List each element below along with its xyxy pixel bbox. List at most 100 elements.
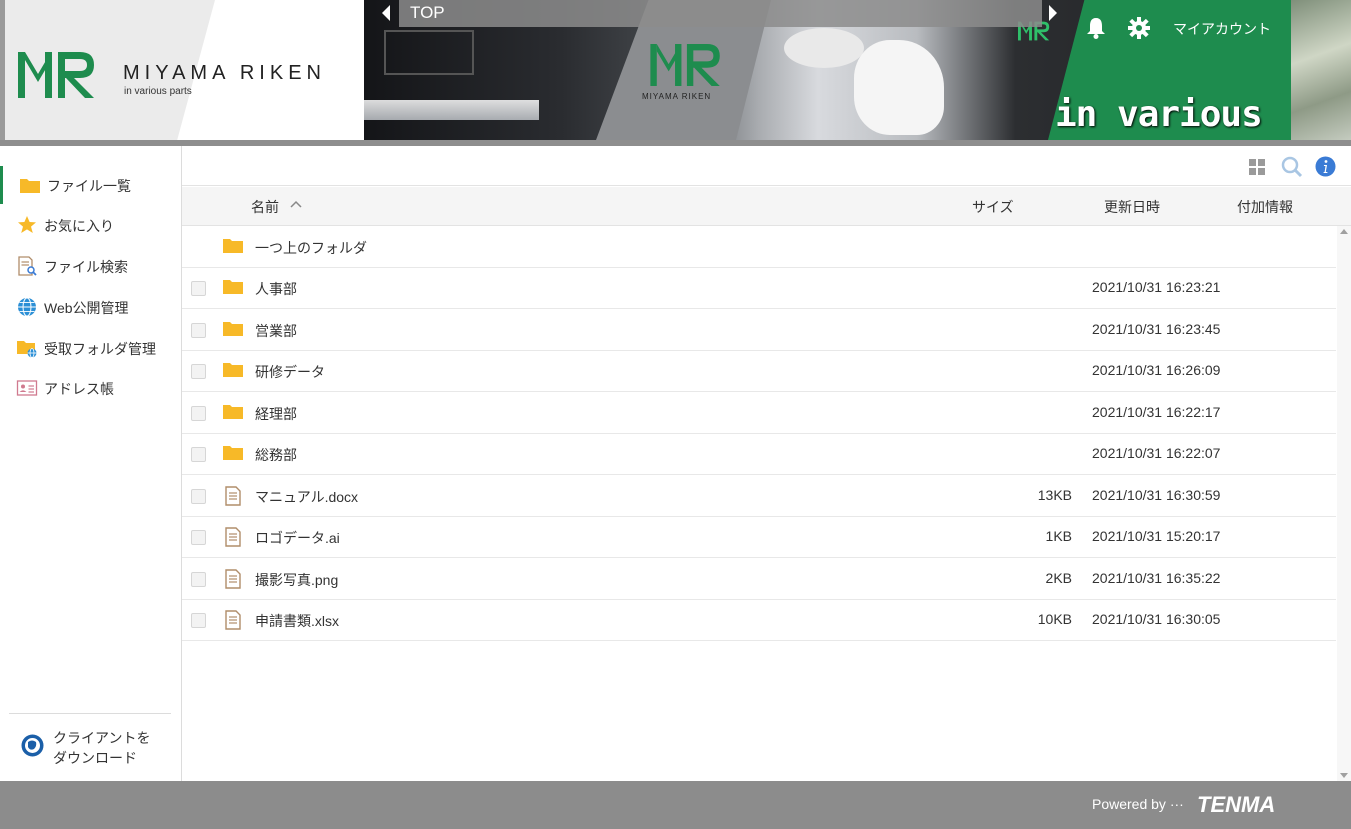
brand-logo-icon bbox=[18, 52, 94, 98]
vendor-logo: TENMA bbox=[1197, 792, 1276, 817]
search-icon[interactable] bbox=[1281, 156, 1303, 178]
file-name[interactable]: 一つ上のフォルダ bbox=[255, 238, 367, 258]
row-checkbox[interactable] bbox=[191, 447, 206, 462]
row-checkbox[interactable] bbox=[191, 530, 206, 545]
file-name[interactable]: マニュアル.docx bbox=[255, 487, 358, 507]
folder-icon bbox=[223, 322, 243, 336]
download-client-button[interactable]: クライアントを ダウンロード bbox=[0, 724, 181, 774]
info-icon[interactable] bbox=[1315, 156, 1336, 177]
sidebar-divider bbox=[9, 713, 171, 714]
file-size: 13KB bbox=[1037, 487, 1072, 503]
row-checkbox[interactable] bbox=[191, 364, 206, 379]
photo-glove bbox=[784, 28, 864, 68]
file-date: 2021/10/31 16:30:59 bbox=[1092, 487, 1221, 503]
brand-name: MIYAMA RIKEN bbox=[123, 62, 326, 84]
file-date: 2021/10/31 16:23:21 bbox=[1092, 279, 1221, 295]
file-date: 2021/10/31 16:30:05 bbox=[1092, 611, 1221, 627]
table-row[interactable]: 総務部 2021/10/31 16:22:07 bbox=[182, 433, 1336, 475]
sidebar-item-file-search[interactable]: ファイル検索 bbox=[0, 247, 181, 285]
download-label-line: クライアントを bbox=[53, 730, 151, 746]
column-header-name[interactable]: 名前 bbox=[251, 197, 279, 217]
table-row[interactable]: 経理部 2021/10/31 16:22:17 bbox=[182, 392, 1336, 434]
sidebar-item-web-publish[interactable]: Web公開管理 bbox=[0, 288, 181, 326]
banner-tagline: in various parts bbox=[1055, 94, 1263, 146]
sidebar: ファイル一覧 お気に入り ファイル検索 Web公開管理 受取フォルダ管理 アドレ… bbox=[0, 146, 182, 781]
nav-next-icon[interactable] bbox=[1047, 4, 1059, 22]
folder-icon bbox=[223, 280, 243, 294]
gear-icon[interactable] bbox=[1128, 17, 1150, 39]
folder-icon bbox=[20, 179, 40, 193]
breadcrumb[interactable]: TOP bbox=[410, 3, 445, 23]
scroll-down-icon[interactable] bbox=[1340, 773, 1348, 779]
row-checkbox[interactable] bbox=[191, 489, 206, 504]
column-header-date[interactable]: 更新日時 bbox=[1104, 197, 1160, 217]
file-size: 2KB bbox=[1045, 570, 1072, 586]
scroll-up-icon[interactable] bbox=[1340, 228, 1348, 234]
table-header: 名前 サイズ 更新日時 付加情報 bbox=[182, 187, 1351, 226]
sidebar-item-label: 受取フォルダ管理 bbox=[44, 341, 156, 357]
sidebar-item-receive-folder[interactable]: 受取フォルダ管理 bbox=[0, 329, 181, 367]
column-header-size[interactable]: サイズ bbox=[972, 197, 1014, 217]
footer: Powered by ··· TENMA bbox=[0, 781, 1351, 829]
column-header-info[interactable]: 付加情報 bbox=[1237, 197, 1293, 217]
photo-display-case bbox=[384, 30, 474, 75]
photo-shelf bbox=[364, 100, 539, 120]
row-checkbox[interactable] bbox=[191, 572, 206, 587]
file-list-panel: 名前 サイズ 更新日時 付加情報 一つ上のフォルダ 人事部 2021/10/31… bbox=[182, 146, 1351, 781]
bell-icon[interactable] bbox=[1086, 17, 1106, 39]
file-name[interactable]: 申請書類.xlsx bbox=[255, 611, 339, 631]
file-date: 2021/10/31 16:35:22 bbox=[1092, 570, 1221, 586]
row-checkbox[interactable] bbox=[191, 406, 206, 421]
folder-icon bbox=[223, 363, 243, 377]
table-row[interactable]: 撮影写真.png 2KB 2021/10/31 16:35:22 bbox=[182, 558, 1336, 600]
vertical-scrollbar[interactable] bbox=[1337, 226, 1351, 781]
breadcrumb-bar bbox=[399, 0, 1042, 27]
sidebar-item-label: お気に入り bbox=[44, 218, 114, 234]
powered-by-text: Powered by ··· bbox=[1092, 796, 1184, 812]
file-date: 2021/10/31 15:20:17 bbox=[1092, 528, 1221, 544]
toolbar bbox=[182, 146, 1351, 186]
file-name[interactable]: 総務部 bbox=[255, 445, 297, 465]
row-checkbox[interactable] bbox=[191, 323, 206, 338]
sidebar-item-label: アドレス帳 bbox=[44, 381, 114, 397]
file-name[interactable]: 撮影写真.png bbox=[255, 570, 338, 590]
sidebar-item-label: Web公開管理 bbox=[44, 300, 129, 316]
table-row[interactable]: マニュアル.docx 13KB 2021/10/31 16:30:59 bbox=[182, 475, 1336, 517]
table-row[interactable]: 人事部 2021/10/31 16:23:21 bbox=[182, 267, 1336, 309]
table-row[interactable]: 申請書類.xlsx 10KB 2021/10/31 16:30:05 bbox=[182, 599, 1336, 641]
logo-panel: MIYAMA RIKEN in various parts bbox=[0, 0, 364, 140]
table-row[interactable]: ロゴデータ.ai 1KB 2021/10/31 15:20:17 bbox=[182, 516, 1336, 558]
file-name[interactable]: ロゴデータ.ai bbox=[255, 528, 340, 548]
file-name[interactable]: 経理部 bbox=[255, 404, 297, 424]
folder-icon bbox=[223, 405, 243, 419]
file-name[interactable]: 研修データ bbox=[255, 362, 325, 382]
file-name[interactable]: 営業部 bbox=[255, 321, 297, 341]
globe-icon bbox=[18, 297, 36, 317]
star-icon bbox=[18, 216, 36, 233]
row-checkbox[interactable] bbox=[191, 281, 206, 296]
download-client-label: クライアントを ダウンロード bbox=[53, 728, 163, 768]
file-size: 10KB bbox=[1037, 611, 1072, 627]
file-size: 1KB bbox=[1045, 528, 1072, 544]
sort-ascending-icon[interactable] bbox=[289, 199, 303, 209]
sidebar-item-address-book[interactable]: アドレス帳 bbox=[0, 369, 181, 407]
sidebar-item-file-list[interactable]: ファイル一覧 bbox=[0, 166, 181, 204]
receive-folder-icon bbox=[17, 341, 37, 358]
my-account-link[interactable]: マイアカウント bbox=[1173, 19, 1271, 39]
file-search-icon bbox=[18, 256, 37, 276]
file-date: 2021/10/31 16:22:17 bbox=[1092, 404, 1221, 420]
sidebar-item-favorites[interactable]: お気に入り bbox=[0, 206, 181, 244]
photo-glove bbox=[854, 40, 944, 135]
row-checkbox[interactable] bbox=[191, 613, 206, 628]
grid-view-icon[interactable] bbox=[1248, 158, 1266, 176]
file-date: 2021/10/31 16:22:07 bbox=[1092, 445, 1221, 461]
download-label-line: ダウンロード bbox=[53, 750, 137, 766]
download-client-icon bbox=[21, 734, 44, 757]
logo-strip bbox=[0, 0, 5, 140]
file-name[interactable]: 人事部 bbox=[255, 279, 297, 299]
table-row[interactable]: 研修データ 2021/10/31 16:26:09 bbox=[182, 350, 1336, 392]
table-row[interactable]: 営業部 2021/10/31 16:23:45 bbox=[182, 309, 1336, 351]
parent-folder-row[interactable]: 一つ上のフォルダ bbox=[182, 226, 1336, 268]
address-book-icon bbox=[16, 380, 38, 396]
nav-prev-icon[interactable] bbox=[380, 4, 392, 22]
